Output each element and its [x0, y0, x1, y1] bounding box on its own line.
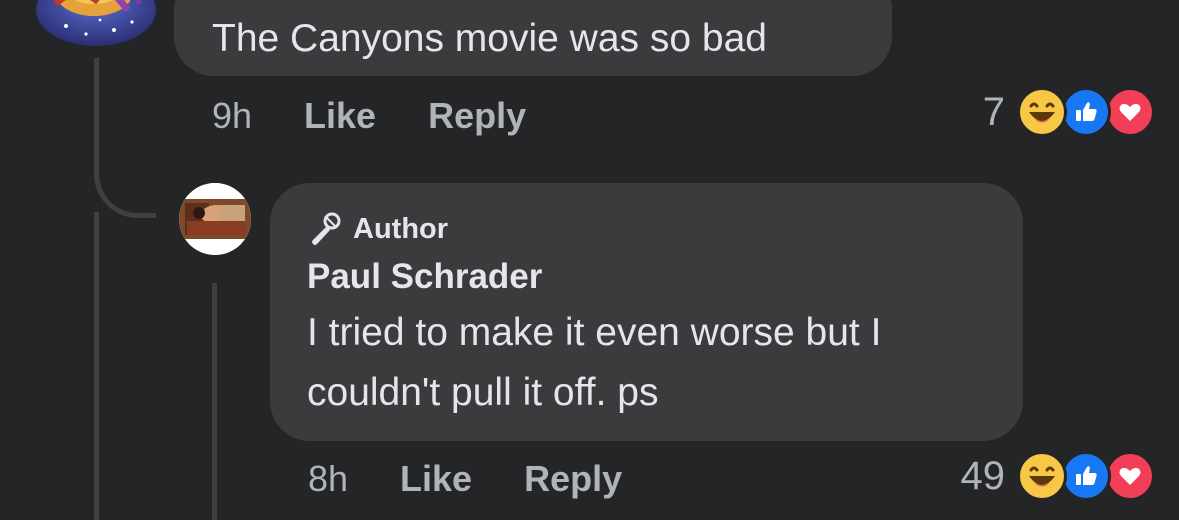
- reply-button[interactable]: Reply: [524, 458, 622, 500]
- author-name[interactable]: Paul Schrader: [307, 251, 1023, 303]
- author-badge: Author: [307, 209, 1023, 249]
- reaction-count: 49: [960, 453, 1006, 498]
- like-icon: [1061, 451, 1111, 501]
- reaction-summary[interactable]: 49: [960, 451, 1155, 501]
- like-button[interactable]: Like: [304, 95, 376, 137]
- like-icon: [1061, 87, 1111, 137]
- comment-actions: 8h Like Reply: [308, 456, 622, 502]
- reaction-count: 7: [982, 89, 1005, 134]
- haha-icon: [1017, 87, 1067, 137]
- comment-actions: 9h Like Reply: [212, 94, 526, 138]
- love-icon: [1105, 451, 1155, 501]
- avatar[interactable]: [179, 183, 251, 255]
- avatar[interactable]: [36, 0, 156, 46]
- microphone-icon: [312, 212, 341, 245]
- reaction-icons: [1017, 451, 1155, 501]
- reaction-summary[interactable]: 7: [983, 87, 1155, 137]
- haha-icon: [1017, 451, 1067, 501]
- thread-connector-curve: [94, 160, 156, 218]
- thread-line-reply: [212, 283, 217, 520]
- thread-line-main: [94, 58, 99, 168]
- reply-button[interactable]: Reply: [428, 95, 526, 137]
- reaction-icons: [1017, 87, 1155, 137]
- thread-line-lower: [94, 212, 99, 520]
- comment-bubble: Author Paul Schrader I tried to make it …: [270, 183, 1023, 441]
- author-badge-label: Author: [353, 212, 449, 245]
- like-button[interactable]: Like: [400, 458, 472, 500]
- comment-text: I tried to make it even worse but I coul…: [307, 311, 882, 414]
- comment-bubble: The Canyons movie was so bad: [174, 0, 892, 76]
- comment-timestamp[interactable]: 8h: [308, 458, 348, 500]
- love-icon: [1105, 87, 1155, 137]
- comment-timestamp[interactable]: 9h: [212, 95, 252, 137]
- comment-thread: The Canyons movie was so bad 9h Like Rep…: [0, 0, 1179, 520]
- comment-text: The Canyons movie was so bad: [212, 17, 767, 60]
